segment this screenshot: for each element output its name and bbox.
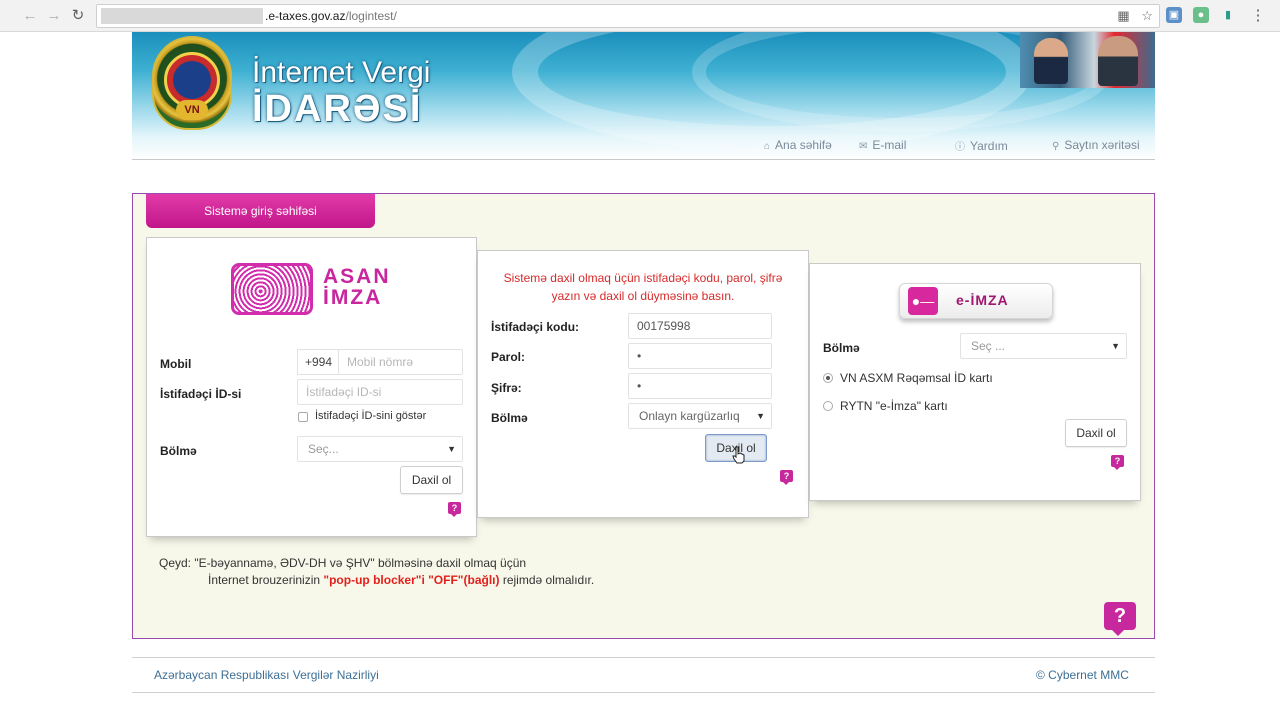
mobile-number-input[interactable] (338, 349, 463, 375)
help-circle-icon: ⓘ (955, 142, 965, 153)
password-input[interactable]: • (628, 343, 772, 369)
sitemap-icon: ⚲ (1052, 141, 1060, 152)
menu-icon[interactable]: ⋮ (1248, 6, 1268, 26)
e-imza-section-select[interactable]: Seç ... ▼ (960, 333, 1127, 359)
cipher-label: Şifrə: (491, 381, 522, 395)
asan-imza-logo: ASAN İMZA (323, 265, 391, 309)
address-actions: ▦ ☆ (1109, 8, 1153, 24)
user-code-input[interactable]: 00175998 (628, 313, 772, 339)
tab-login-page[interactable]: Sistemə giriş səhifəsi (146, 194, 375, 228)
asan-section-select[interactable]: Seç... ▼ (297, 436, 463, 462)
banner-subtitle: İDARƏSİ (252, 88, 423, 130)
note-text: Qeyd: "E-bəyannamə, ƏDV-DH və ŞHV" bölmə… (159, 556, 527, 570)
footer-copyright: © Cybernet MMC (1036, 668, 1129, 682)
extension-icon[interactable]: ▣ (1166, 7, 1182, 23)
e-imza-logo: ●— e-İMZA (899, 283, 1053, 319)
footer-divider (132, 657, 1155, 658)
browser-toolbar: ← → ↻ .e-taxes.gov.az/logintest/ ▦ ☆ ▣ ●… (0, 0, 1280, 32)
instruction-message: Sistemə daxil olmaq üçün istifadəçi kodu… (503, 271, 783, 303)
extension-icon[interactable]: ▮ (1220, 7, 1236, 23)
radio-rytn-label: RYTN "e-İmza" kartı (840, 399, 948, 413)
star-icon[interactable]: ☆ (1141, 8, 1153, 23)
reload-icon[interactable]: ↻ (68, 6, 88, 26)
email-link[interactable]: ✉ E-mail (859, 138, 906, 152)
section-label: Bölmə (160, 444, 197, 458)
standard-section-select[interactable]: Onlayn kargüzarlıq ▼ (628, 403, 772, 429)
sitemap-link[interactable]: ⚲ Saytın xəritəsi (1052, 138, 1140, 152)
emblem-label: VN (176, 100, 208, 120)
hand-cursor-icon (732, 446, 745, 464)
show-id-checkbox[interactable] (298, 412, 308, 422)
asan-login-button[interactable]: Daxil ol (400, 466, 463, 494)
asan-fingerprint-icon (231, 263, 313, 315)
help-icon[interactable]: ? (448, 502, 461, 517)
help-icon[interactable]: ? (780, 470, 793, 485)
mobile-label: Mobil (160, 357, 192, 371)
emblem-center (173, 61, 211, 99)
note-text: İnternet brouzerinizin "pop-up blocker"i… (208, 573, 595, 587)
banner-photo (1020, 32, 1155, 88)
key-icon: ●— (908, 287, 938, 315)
radio-rytn[interactable] (823, 401, 833, 411)
address-redacted (101, 8, 263, 24)
help-icon[interactable]: ? (1111, 455, 1124, 470)
address-text: .e-taxes.gov.az/logintest/ (265, 9, 397, 23)
password-label: Parol: (491, 350, 526, 364)
footer-ministry: Azərbaycan Respublikası Vergilər Nazirli… (154, 668, 379, 682)
user-id-label: İstifadəçi İD-si (160, 387, 242, 401)
section-label: Bölmə (491, 411, 528, 425)
translate-icon[interactable]: ▦ (1117, 8, 1129, 23)
banner-title: İnternet Vergi (252, 56, 431, 89)
section-label: Bölmə (823, 341, 860, 355)
radio-vn-asxm[interactable] (823, 373, 833, 383)
cipher-input[interactable]: • (628, 373, 772, 399)
e-imza-login-button[interactable]: Daxil ol (1065, 419, 1127, 447)
address-bar[interactable]: .e-taxes.gov.az/logintest/ ▦ ☆ (96, 4, 1160, 28)
home-icon: ⌂ (764, 141, 771, 152)
help-link[interactable]: ⓘ Yardım (955, 138, 1008, 153)
chevron-down-icon: ▼ (1111, 341, 1120, 351)
show-id-label: İstifadəçi İD-sini göstər (315, 410, 427, 422)
footer-divider (132, 692, 1155, 693)
photo-person (1098, 36, 1138, 86)
envelope-icon: ✉ (859, 141, 868, 152)
ministry-emblem-icon: VN (152, 36, 232, 130)
phone-prefix: +994 (297, 349, 339, 375)
photo-person (1034, 38, 1068, 84)
home-link[interactable]: ⌂ Ana səhifə (764, 138, 832, 152)
chevron-down-icon: ▼ (447, 444, 456, 454)
chevron-down-icon: ▼ (754, 404, 765, 428)
header-divider (132, 159, 1155, 160)
help-icon[interactable]: ? (1104, 602, 1136, 636)
forward-icon[interactable]: → (44, 6, 64, 26)
user-id-input[interactable] (297, 379, 463, 405)
back-icon[interactable]: ← (20, 6, 40, 26)
radio-vn-asxm-label: VN ASXM Rəqəmsal İD kartı (840, 371, 993, 385)
user-code-label: İstifadəçi kodu: (491, 320, 580, 334)
extension-icon[interactable]: ● (1193, 7, 1209, 23)
